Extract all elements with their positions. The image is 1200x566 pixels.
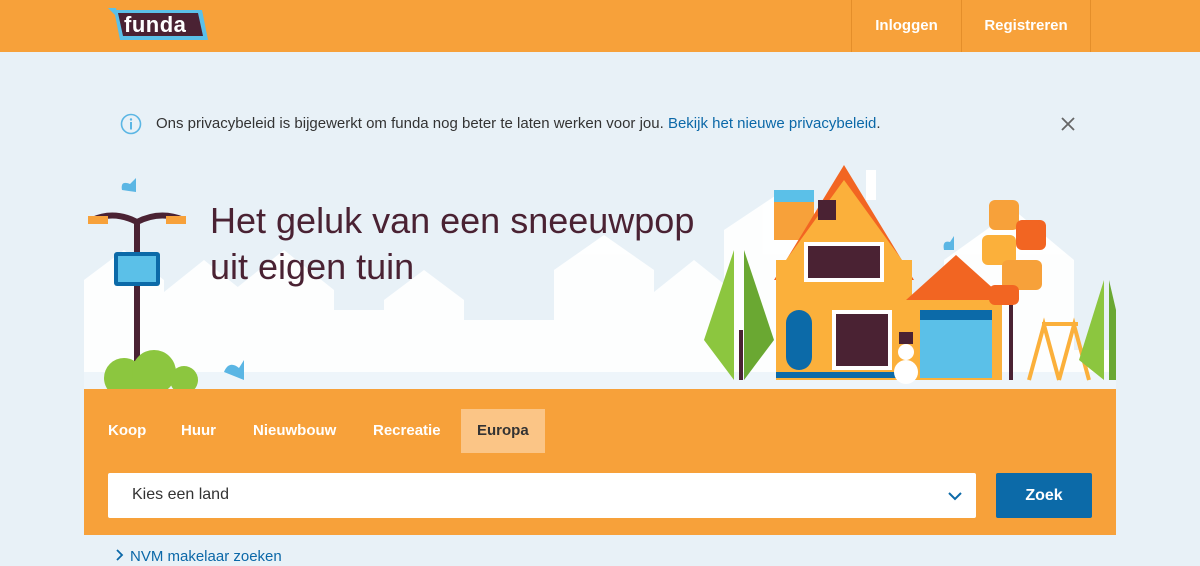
tab-nieuwbouw[interactable]: Nieuwbouw — [237, 409, 352, 453]
privacy-policy-link[interactable]: Bekijk het nieuwe privacybeleid — [668, 115, 876, 132]
tab-huur[interactable]: Huur — [165, 409, 232, 453]
register-link[interactable]: Registreren — [961, 0, 1091, 52]
search-panel: Koop Huur Nieuwbouw Recreatie Europa Kie… — [84, 389, 1116, 535]
country-select[interactable]: Kies een land — [108, 473, 976, 518]
login-link[interactable]: Inloggen — [851, 0, 961, 52]
info-icon — [120, 113, 142, 135]
hero-title-line2: uit eigen tuin — [210, 246, 415, 287]
privacy-notice: Ons privacybeleid is bijgewerkt om funda… — [120, 112, 1080, 138]
nvm-link-label: NVM makelaar zoeken — [130, 548, 282, 565]
top-bar: funda Inloggen Registreren — [0, 0, 1200, 52]
notice-text: Ons privacybeleid is bijgewerkt om funda… — [156, 115, 881, 132]
chevron-down-icon — [948, 492, 962, 501]
nvm-makelaar-link[interactable]: NVM makelaar zoeken — [116, 548, 282, 565]
tab-europa[interactable]: Europa — [461, 409, 545, 453]
close-icon[interactable] — [1058, 114, 1078, 134]
tab-koop[interactable]: Koop — [92, 409, 162, 453]
notice-message: Ons privacybeleid is bijgewerkt om funda… — [156, 115, 664, 132]
logo-text: funda — [124, 12, 187, 37]
hero-title-line1: Het geluk van een sneeuwpop — [210, 200, 695, 241]
notice-suffix: . — [876, 115, 881, 132]
chevron-right-icon — [116, 549, 124, 561]
country-select-value: Kies een land — [132, 486, 229, 503]
hero-title: Het geluk van een sneeuwpop uit eigen tu… — [210, 198, 694, 290]
tab-recreatie[interactable]: Recreatie — [357, 409, 457, 453]
search-button[interactable]: Zoek — [996, 473, 1092, 518]
